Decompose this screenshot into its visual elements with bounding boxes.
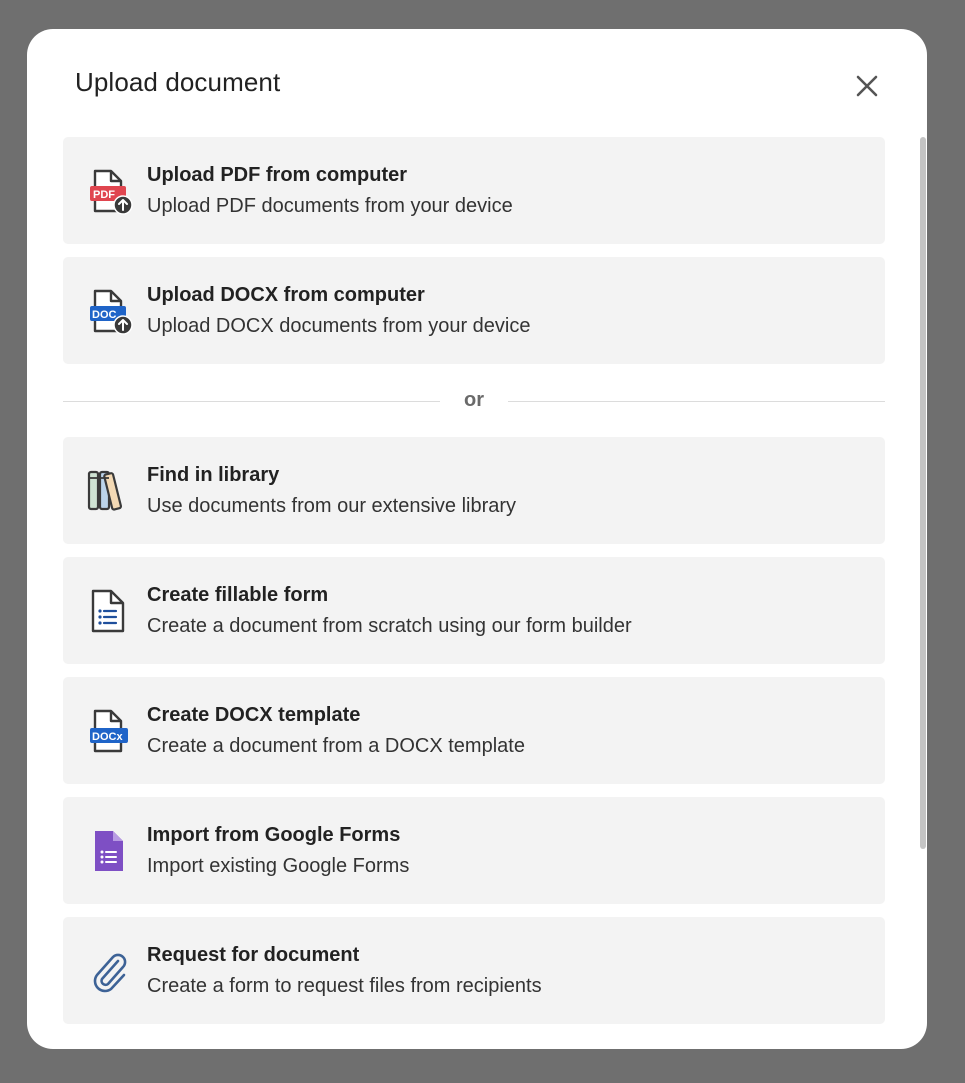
divider-label: or — [464, 389, 484, 411]
divider-line — [508, 401, 885, 402]
paperclip-icon — [85, 947, 133, 995]
option-description: Use documents from our extensive library — [147, 495, 517, 517]
option-description: Import existing Google Forms — [147, 855, 410, 877]
upload-document-modal: Upload document PDF Upload PDF from comp… — [27, 29, 927, 1049]
google-forms-icon — [85, 827, 133, 875]
option-title: Find in library — [147, 464, 280, 486]
option-description: Create a document from a DOCX template — [147, 735, 525, 757]
close-icon — [856, 75, 878, 97]
find-in-library-option[interactable]: Find in library Use documents from our e… — [63, 437, 885, 544]
option-description: Create a document from scratch using our… — [147, 615, 632, 637]
docx-template-icon: DOCx — [85, 707, 133, 755]
divider-line — [63, 401, 440, 402]
request-document-option[interactable]: Request for document Create a form to re… — [63, 917, 885, 1024]
close-button[interactable] — [850, 69, 884, 103]
create-docx-template-option[interactable]: DOCx Create DOCX template Create a docum… — [63, 677, 885, 784]
option-title: Request for document — [147, 944, 360, 966]
modal-title: Upload document — [75, 67, 281, 97]
option-title: Create fillable form — [147, 584, 329, 606]
option-title: Import from Google Forms — [147, 824, 401, 846]
option-description: Create a form to request files from reci… — [147, 975, 542, 997]
import-google-forms-option[interactable]: Import from Google Forms Import existing… — [63, 797, 885, 904]
option-title: Upload PDF from computer — [147, 164, 408, 186]
pdf-badge-text: PDF — [93, 189, 115, 201]
docx-badge-text: DOC — [92, 309, 117, 321]
or-divider: or — [63, 389, 885, 413]
create-fillable-form-option[interactable]: Create fillable form Create a document f… — [63, 557, 885, 664]
option-description: Upload PDF documents from your device — [147, 195, 513, 217]
scrollbar[interactable] — [920, 137, 926, 849]
form-document-icon — [85, 587, 133, 635]
docx-upload-icon: DOC — [85, 287, 133, 335]
library-books-icon — [85, 467, 133, 515]
upload-pdf-option[interactable]: PDF Upload PDF from computer Upload PDF … — [63, 137, 885, 244]
option-title: Upload DOCX from computer — [147, 284, 425, 306]
option-title: Create DOCX template — [147, 704, 361, 726]
option-description: Upload DOCX documents from your device — [147, 315, 531, 337]
pdf-upload-icon: PDF — [85, 167, 133, 215]
docx-template-badge-text: DOCx — [92, 731, 123, 743]
upload-docx-option[interactable]: DOC Upload DOCX from computer Upload DOC… — [63, 257, 885, 364]
